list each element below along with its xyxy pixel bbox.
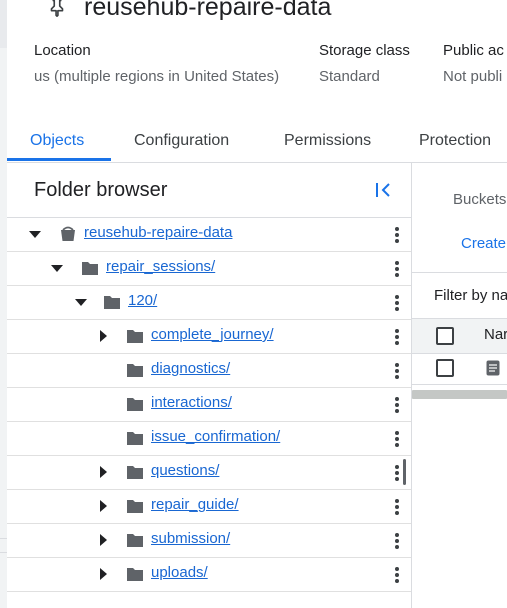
- tree-item-link[interactable]: diagnostics/: [151, 360, 230, 377]
- tree-item-link[interactable]: submission/: [151, 530, 230, 547]
- more-vert-icon[interactable]: [391, 361, 403, 381]
- more-vert-icon[interactable]: [391, 259, 403, 279]
- folder-icon: [127, 398, 143, 411]
- tree-row[interactable]: submission/: [7, 524, 411, 558]
- expand-more-icon[interactable]: [27, 226, 43, 242]
- tree-row[interactable]: questions/: [7, 456, 411, 490]
- folder-icon: [127, 364, 143, 377]
- expand-more-icon[interactable]: [73, 294, 89, 310]
- chevron-right-icon[interactable]: [95, 464, 111, 480]
- filter-label[interactable]: Filter by na: [434, 287, 507, 304]
- detail-value: Standard: [319, 68, 380, 85]
- chevron-right-icon[interactable]: [95, 328, 111, 344]
- folder-icon: [127, 568, 143, 581]
- column-header-name[interactable]: Nar: [484, 326, 507, 343]
- tree-item-link[interactable]: interactions/: [151, 394, 232, 411]
- tree-item-link[interactable]: uploads/: [151, 564, 208, 581]
- expand-more-icon[interactable]: [49, 260, 65, 276]
- detail-public-access: Public ac Not publi: [443, 42, 504, 85]
- more-vert-icon[interactable]: [391, 429, 403, 449]
- chevron-right-icon[interactable]: [95, 566, 111, 582]
- tree-row[interactable]: repair_sessions/: [7, 252, 411, 286]
- folder-icon: [127, 534, 143, 547]
- tree-item-link[interactable]: 120/: [128, 292, 157, 309]
- tree-row[interactable]: reusehub-repaire-data: [7, 218, 411, 252]
- table-row[interactable]: [412, 352, 507, 385]
- folder-icon: [127, 432, 143, 445]
- tree-item-link[interactable]: repair_sessions/: [106, 258, 215, 275]
- active-tab-indicator: [7, 158, 111, 161]
- bucket-icon: [61, 226, 75, 241]
- row-checkbox[interactable]: [436, 359, 454, 377]
- left-nav-rail: [0, 0, 7, 608]
- tab-permissions[interactable]: Permissions: [284, 132, 371, 150]
- tree-row[interactable]: complete_journey/: [7, 320, 411, 354]
- nav-rail-divider: [0, 538, 7, 539]
- folder-browser-title: Folder browser: [34, 179, 168, 201]
- chevron-right-icon[interactable]: [95, 532, 111, 548]
- tree-row[interactable]: 120/: [7, 286, 411, 320]
- collapse-panel-icon[interactable]: [373, 179, 395, 201]
- pin-icon[interactable]: [46, 0, 68, 18]
- tree-item-link[interactable]: issue_confirmation/: [151, 428, 280, 445]
- select-all-checkbox[interactable]: [436, 327, 454, 345]
- divider: [412, 272, 507, 273]
- folder-icon: [127, 466, 143, 479]
- more-vert-icon[interactable]: [391, 327, 403, 347]
- more-vert-icon[interactable]: [391, 395, 403, 415]
- tree-item-link[interactable]: questions/: [151, 462, 219, 479]
- tree-row[interactable]: uploads/: [7, 558, 411, 592]
- breadcrumb-buckets[interactable]: Buckets: [453, 191, 506, 208]
- folder-icon: [82, 262, 98, 275]
- detail-location: Location us (multiple regions in United …: [34, 42, 279, 85]
- folder-icon: [127, 500, 143, 513]
- more-vert-icon[interactable]: [391, 531, 403, 551]
- folder-browser-header: Folder browser: [7, 163, 411, 218]
- more-vert-icon[interactable]: [391, 565, 403, 585]
- nav-rail-highlight: [0, 0, 7, 48]
- detail-label: Public ac: [443, 42, 504, 59]
- tree-item-link[interactable]: repair_guide/: [151, 496, 239, 513]
- detail-storage-class: Storage class Standard: [319, 42, 410, 85]
- bucket-header: reusehub-repaire-data: [46, 0, 331, 24]
- more-vert-icon[interactable]: [391, 293, 403, 313]
- folder-tree: reusehub-repaire-data repair_sessions/120…: [7, 218, 411, 592]
- detail-value: us (multiple regions in United States): [34, 68, 280, 85]
- detail-value: Not publi: [443, 68, 503, 85]
- tree-row[interactable]: diagnostics/: [7, 354, 411, 388]
- detail-label: Storage class: [319, 42, 410, 59]
- tree-item-link[interactable]: reusehub-repaire-data: [84, 224, 232, 241]
- horizontal-scrollbar[interactable]: [412, 390, 507, 399]
- more-vert-icon[interactable]: [391, 463, 403, 483]
- vertical-scrollbar[interactable]: [403, 459, 406, 485]
- tab-configuration[interactable]: Configuration: [134, 132, 229, 150]
- bucket-title: reusehub-repaire-data: [84, 0, 332, 21]
- create-folder-button[interactable]: Create: [461, 235, 506, 252]
- tree-row[interactable]: issue_confirmation/: [7, 422, 411, 456]
- nav-rail-divider: [0, 552, 7, 553]
- more-vert-icon[interactable]: [391, 497, 403, 517]
- folder-icon: [127, 330, 143, 343]
- tree-item-link[interactable]: complete_journey/: [151, 326, 274, 343]
- tree-row[interactable]: repair_guide/: [7, 490, 411, 524]
- tab-protection[interactable]: Protection: [419, 132, 491, 150]
- tab-objects[interactable]: Objects: [30, 132, 84, 150]
- chevron-right-icon[interactable]: [95, 498, 111, 514]
- folder-icon: [104, 296, 120, 309]
- tree-row[interactable]: interactions/: [7, 388, 411, 422]
- detail-label: Location: [34, 42, 91, 59]
- file-icon: [486, 360, 500, 376]
- more-vert-icon[interactable]: [391, 225, 403, 245]
- tab-bar: Objects Configuration Permissions Protec…: [7, 122, 507, 163]
